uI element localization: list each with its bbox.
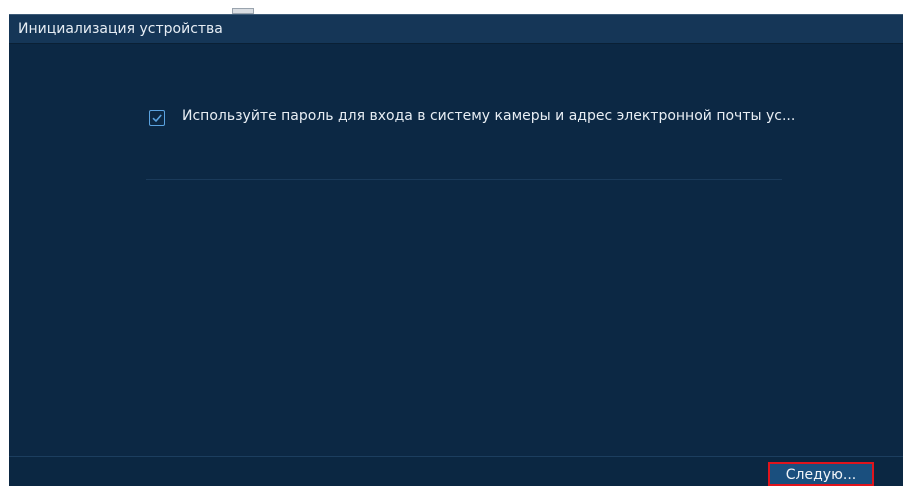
dialog-footer: Следую... — [9, 456, 903, 486]
check-icon — [152, 114, 162, 123]
section-divider — [146, 179, 782, 180]
use-password-label[interactable]: Используйте пароль для входа в систему к… — [182, 108, 882, 124]
dialog-title: Инициализация устройства — [18, 21, 223, 37]
cropped-background-strip — [0, 0, 903, 14]
next-button[interactable]: Следую... — [768, 462, 874, 486]
dialog-body: Используйте пароль для входа в систему к… — [9, 44, 903, 456]
device-initialization-dialog: Инициализация устройства Используйте пар… — [9, 14, 903, 486]
dialog-titlebar: Инициализация устройства — [9, 15, 903, 44]
screenshot-root: Инициализация устройства Используйте пар… — [0, 0, 903, 486]
use-password-checkbox[interactable] — [149, 110, 165, 126]
